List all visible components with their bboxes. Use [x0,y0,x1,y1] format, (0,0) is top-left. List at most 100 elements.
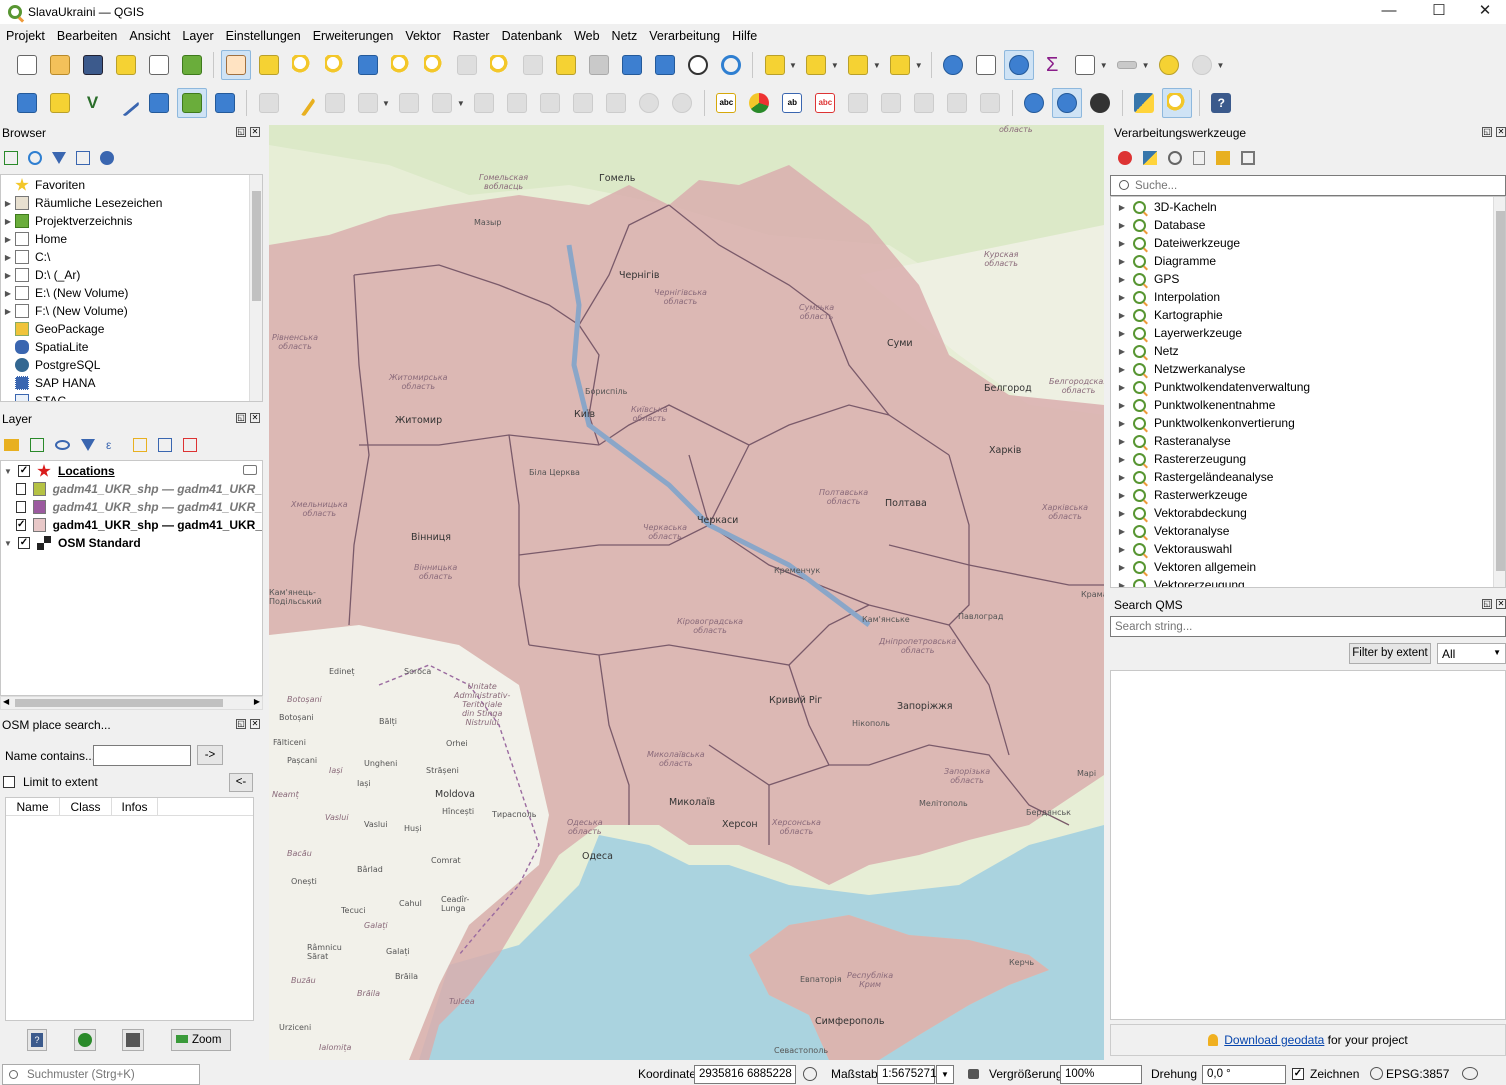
menu-netz[interactable]: Netz [606,26,644,46]
browser-scrollbar[interactable] [249,175,262,401]
dropdown-arrow-icon[interactable]: ▼ [789,61,797,70]
new-map-view-button[interactable] [551,50,581,80]
deselect-button[interactable] [843,50,873,80]
expand-arrow-icon[interactable]: ▼ [1,539,15,548]
zoom-layer-button[interactable] [419,50,449,80]
dropdown-arrow-icon[interactable]: ▼ [457,99,465,108]
map-canvas[interactable]: Гомель Гомельская вобласць Мазыр Чернігів Че… [269,125,1104,1060]
expand-arrow-icon[interactable]: ▶ [1111,563,1133,572]
expand-arrow-icon[interactable]: ▶ [1111,311,1133,320]
zoom-last-button[interactable] [485,50,515,80]
processing-group[interactable]: ▶ Database [1111,216,1505,234]
close-panel-icon[interactable]: ✕ [1496,127,1506,137]
browser-item[interactable]: ▶ E:\ (New Volume) [1,284,262,302]
undo-button[interactable] [634,88,664,118]
dropdown-arrow-icon[interactable]: ▼ [1142,61,1150,70]
pin-labels-button[interactable]: ab [777,88,807,118]
select-by-value-button[interactable] [801,50,831,80]
crs-label[interactable]: EPSG:3857 [1386,1067,1449,1081]
layer-visibility-checkbox[interactable] [15,501,27,513]
qms-filter-select[interactable]: All ▼ [1437,643,1506,664]
osm-name-input[interactable] [93,745,191,766]
help-button[interactable]: ? [1206,88,1236,118]
menu-bearbeiten[interactable]: Bearbeiten [51,26,123,46]
save-edits-button[interactable] [320,88,350,118]
layout-manager-button[interactable] [144,50,174,80]
osm-help-button[interactable]: ? [27,1029,47,1051]
copy-button[interactable] [568,88,598,118]
processing-group[interactable]: ▶ Netzwerkanalyse [1111,360,1505,378]
history-clock-icon[interactable] [1168,151,1182,165]
change-label-button[interactable] [909,88,939,118]
expand-arrow-icon[interactable]: ▶ [1,199,15,208]
close-panel-icon[interactable]: ✕ [1496,599,1506,609]
processing-group[interactable]: ▶ Punktwolkenentnahme [1111,396,1505,414]
browser-item[interactable]: STAC [1,392,262,401]
processing-search-box[interactable] [1110,175,1506,196]
data-source-manager-button[interactable] [12,88,42,118]
wrench-icon[interactable] [1241,151,1255,165]
column-class[interactable]: Class [60,798,112,815]
magnifier-field[interactable]: 100% [1060,1065,1142,1084]
quickmapservices-button[interactable] [1019,88,1049,118]
vertex-tool-button[interactable] [394,88,424,118]
pan-map-button[interactable] [220,50,251,80]
processing-group[interactable]: ▶ GPS [1111,270,1505,288]
processing-group[interactable]: ▶ Vektorauswahl [1111,540,1505,558]
close-button[interactable]: ✕ [1462,0,1506,24]
layer-item[interactable]: gadm41_UKR_shp — gadm41_UKR_ [1,498,262,516]
modify-attributes-button[interactable] [427,88,457,118]
select-location-button[interactable] [885,50,915,80]
style-manager-button[interactable] [177,50,207,80]
browser-item[interactable]: ▶ D:\ (_Ar) [1,266,262,284]
search-qms-button[interactable] [1052,88,1083,118]
expand-arrow-icon[interactable]: ▶ [1111,365,1133,374]
redo-button[interactable] [667,88,697,118]
layer-visibility-checkbox[interactable]: ✓ [18,537,30,549]
processing-search-input[interactable] [1135,177,1495,194]
scroll-left-icon[interactable]: ◀ [3,697,9,706]
osm-search-go-button[interactable]: -> [197,745,223,765]
browser-item[interactable]: ▶ F:\ (New Volume) [1,302,262,320]
expand-arrow-icon[interactable]: ▶ [1,253,15,262]
qms-search-input[interactable] [1110,616,1506,637]
processing-group[interactable]: ▶ Rasterwerkzeuge [1111,486,1505,504]
processing-group[interactable]: ▶ Diagramme [1111,252,1505,270]
hide-label-button[interactable] [942,88,972,118]
expand-arrow-icon[interactable]: ▶ [1111,527,1133,536]
filter-by-extent-button[interactable]: Filter by extent [1349,643,1431,664]
processing-group[interactable]: ▶ Punktwolkenkonvertierung [1111,414,1505,432]
processing-group[interactable]: ▶ Netz [1111,342,1505,360]
menu-vektor[interactable]: Vektor [399,26,446,46]
menu-einstellungen[interactable]: Einstellungen [220,26,307,46]
processing-group[interactable]: ▶ Vektorerzeugung [1111,576,1505,587]
dropdown-arrow-icon[interactable]: ▼ [1100,61,1108,70]
current-edits-button[interactable] [254,88,284,118]
dropdown-arrow-icon[interactable]: ▼ [915,61,923,70]
attribute-table-button[interactable] [971,50,1001,80]
open-table-button[interactable] [1070,50,1100,80]
zoom-full-button[interactable] [353,50,383,80]
add-vector-button[interactable]: V [78,88,108,118]
expand-arrow-icon[interactable]: ▶ [1111,419,1133,428]
layer-item[interactable]: ✓ gadm41_UKR_shp — gadm41_UKR_ [1,516,262,534]
save-project-button[interactable] [78,50,108,80]
expand-arrow-icon[interactable]: ▶ [1,271,15,280]
locator-search-input[interactable] [27,1067,195,1082]
browser-item[interactable]: SpatiaLite [1,338,262,356]
processing-group[interactable]: ▶ Layerwerkzeuge [1111,324,1505,342]
add-mesh-button[interactable] [210,88,240,118]
menu-web[interactable]: Web [568,26,605,46]
scale-dropdown-icon[interactable]: ▼ [936,1065,954,1084]
dropdown-arrow-icon[interactable]: ▼ [1217,61,1225,70]
expand-arrow-icon[interactable]: ▶ [1111,275,1133,284]
osm-search-button[interactable] [1085,88,1115,118]
edit-features-icon[interactable] [1216,151,1230,165]
processing-group[interactable]: ▶ Kartographie [1111,306,1505,324]
add-wms-button[interactable] [144,88,174,118]
close-panel-icon[interactable]: ✕ [250,413,260,423]
temporal-controller-button[interactable] [683,50,713,80]
diagram-button[interactable] [744,88,774,118]
expand-all-icon[interactable] [133,438,147,452]
menu-hilfe[interactable]: Hilfe [726,26,763,46]
